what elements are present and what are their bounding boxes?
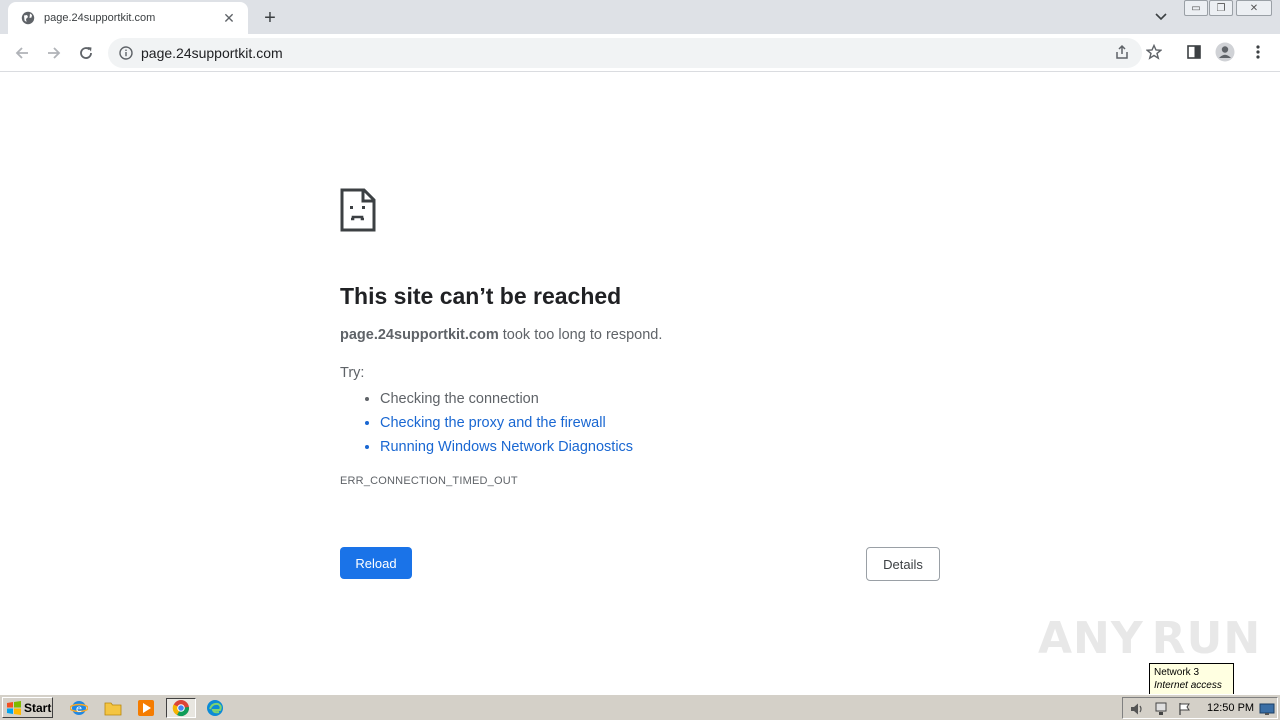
close-window-button[interactable]: ✕ (1236, 0, 1272, 16)
restore-button[interactable]: ❐ (1209, 0, 1233, 16)
tab-title: page.24supportkit.com (44, 12, 156, 24)
forward-button[interactable] (41, 40, 67, 66)
address-bar[interactable]: page.24supportkit.com (108, 38, 1142, 68)
bookmark-button[interactable] (1143, 41, 1165, 63)
error-message-text: took too long to respond. (498, 327, 663, 343)
error-code: ERR_CONNECTION_TIMED_OUT (340, 475, 518, 487)
network-icon[interactable] (1153, 701, 1169, 717)
chevron-down-icon (1155, 13, 1167, 21)
watermark-right: RUN (1151, 612, 1262, 664)
screen: page.24supportkit.com ✕ + ▭ ❐ ✕ page.24s… (0, 0, 1280, 720)
side-panel-icon (1187, 45, 1201, 59)
profile-button[interactable] (1214, 41, 1236, 63)
anyrun-watermark: ANY RUN (1038, 606, 1260, 670)
kebab-menu-icon (1256, 45, 1260, 59)
share-icon (1116, 44, 1128, 59)
refresh-icon (80, 47, 92, 59)
tooltip-line2: Internet access (1154, 680, 1222, 691)
suggestion-list: Checking the connection Checking the pro… (380, 387, 940, 459)
tooltip-line1: Network 3 (1154, 667, 1200, 678)
minimize-button[interactable]: ▭ (1184, 0, 1208, 16)
network-tooltip: Network 3 Internet access (1149, 663, 1234, 695)
error-title: This site can’t be reached (340, 283, 622, 309)
share-button[interactable] (1111, 41, 1133, 63)
reload-toolbar-button[interactable] (73, 40, 99, 66)
chrome-taskbar-icon[interactable] (166, 698, 196, 718)
show-desktop-icon[interactable] (1259, 701, 1275, 717)
error-content: This site can’t be reached page.24suppor… (340, 188, 940, 487)
back-button[interactable] (9, 40, 35, 66)
new-tab-button[interactable]: + (258, 6, 282, 30)
browser-tab[interactable]: page.24supportkit.com ✕ (8, 2, 248, 34)
start-button[interactable]: Start (2, 697, 53, 718)
side-panel-button[interactable] (1183, 41, 1205, 63)
internet-explorer-taskbar-icon[interactable]: e (68, 698, 90, 718)
close-tab-icon[interactable]: ✕ (220, 9, 238, 27)
suggestion-proxy-firewall-link[interactable]: Checking the proxy and the firewall (380, 411, 940, 435)
file-explorer-taskbar-icon[interactable] (102, 698, 124, 718)
menu-button[interactable] (1247, 41, 1269, 63)
windows-flag-icon (7, 700, 21, 715)
suggestion-check-connection: Checking the connection (380, 387, 940, 411)
svg-text:e: e (76, 704, 82, 715)
info-icon[interactable] (118, 45, 134, 61)
browser-toolbar: page.24supportkit.com (0, 34, 1280, 72)
forward-arrow-icon (48, 47, 61, 59)
suggestion-network-diagnostics-link[interactable]: Running Windows Network Diagnostics (380, 435, 940, 459)
start-label: Start (24, 700, 52, 715)
volume-icon[interactable] (1129, 701, 1145, 717)
edge-taskbar-icon[interactable] (204, 698, 226, 718)
error-message: page.24supportkit.com took too long to r… (340, 327, 940, 343)
details-button[interactable]: Details (866, 547, 940, 581)
star-icon (1146, 44, 1162, 60)
tab-strip: page.24supportkit.com ✕ + ▭ ❐ ✕ (0, 0, 1280, 34)
media-player-taskbar-icon[interactable] (135, 698, 157, 718)
globe-icon (20, 10, 36, 26)
reload-button[interactable]: Reload (340, 547, 412, 579)
tab-search-button[interactable] (1150, 6, 1172, 28)
avatar-icon (1215, 42, 1235, 62)
taskbar: Start e 12:50 PM (0, 694, 1280, 720)
sad-page-icon (340, 188, 376, 232)
error-host: page.24supportkit.com (340, 327, 499, 343)
action-center-flag-icon[interactable] (1177, 701, 1193, 717)
back-arrow-icon (15, 47, 28, 59)
taskbar-clock[interactable]: 12:50 PM (1207, 702, 1254, 714)
system-tray: 12:50 PM (1122, 697, 1278, 719)
watermark-left: ANY (1038, 612, 1144, 664)
try-label: Try: (340, 365, 365, 381)
url-text: page.24supportkit.com (141, 45, 283, 61)
